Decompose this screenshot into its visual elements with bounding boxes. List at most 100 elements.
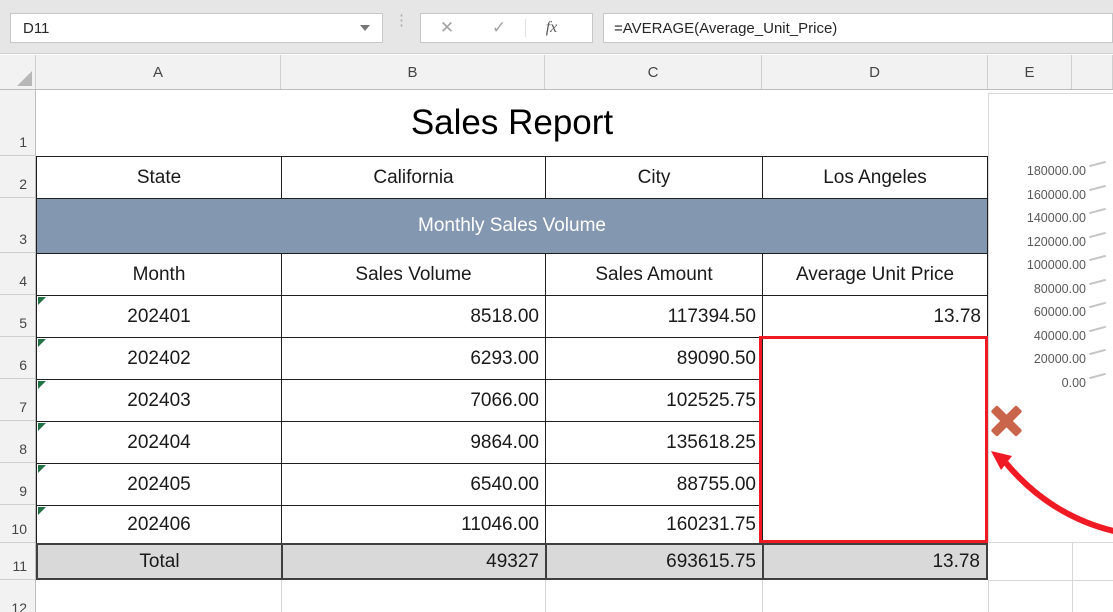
column-header-D[interactable]: D bbox=[762, 55, 988, 89]
column-header-E[interactable]: E bbox=[988, 55, 1072, 89]
header-cell-3[interactable]: Average Unit Price bbox=[762, 253, 988, 295]
formula-toolbar: D11 ⋮ ✕ ✓ fx =AVERAGE(Average_Unit_Price… bbox=[0, 0, 1113, 54]
data-cell-3[interactable]: 13.78 bbox=[762, 295, 988, 337]
column-header-partial[interactable] bbox=[1072, 55, 1113, 89]
error-indicator-icon bbox=[38, 423, 46, 431]
name-box[interactable]: D11 bbox=[10, 13, 383, 43]
data-cell-1[interactable]: 11046.00 bbox=[281, 505, 545, 543]
row-header-4[interactable]: 4 bbox=[0, 253, 35, 295]
spreadsheet-app: D11 ⋮ ✕ ✓ fx =AVERAGE(Average_Unit_Price… bbox=[0, 0, 1113, 612]
row-header-10[interactable]: 10 bbox=[0, 505, 35, 543]
y-axis-label: 20000.00 bbox=[996, 347, 1086, 371]
y-axis-label: 180000.00 bbox=[996, 159, 1086, 183]
select-all-button[interactable] bbox=[0, 55, 36, 89]
row-header-3[interactable]: 3 bbox=[0, 198, 35, 253]
info-cell-0[interactable]: State bbox=[36, 156, 281, 198]
insert-function-icon[interactable]: fx bbox=[525, 19, 577, 37]
error-indicator-icon bbox=[38, 297, 46, 305]
data-cell-1[interactable]: 9864.00 bbox=[281, 421, 545, 463]
gridline-tick bbox=[1089, 349, 1106, 355]
gridline bbox=[281, 580, 282, 612]
data-cell-2[interactable]: 160231.75 bbox=[545, 505, 762, 543]
data-cell-0[interactable]: 202405 bbox=[36, 463, 281, 505]
gridline bbox=[762, 580, 763, 612]
error-indicator-icon bbox=[38, 339, 46, 347]
data-cell-0[interactable]: 202404 bbox=[36, 421, 281, 463]
data-row-202401: 2024018518.00117394.5013.78 bbox=[36, 295, 988, 337]
total-cell-0[interactable]: Total bbox=[36, 543, 281, 580]
gridline-tick bbox=[1089, 161, 1106, 167]
row-header-6[interactable]: 6 bbox=[0, 337, 35, 379]
header-cell-1[interactable]: Sales Volume bbox=[281, 253, 545, 295]
gridline-tick bbox=[1089, 184, 1106, 190]
error-indicator-icon bbox=[38, 381, 46, 389]
cancel-icon[interactable]: ✕ bbox=[421, 18, 473, 38]
data-cell-2[interactable]: 102525.75 bbox=[545, 379, 762, 421]
gridline bbox=[988, 580, 989, 612]
y-axis-label: 80000.00 bbox=[996, 277, 1086, 301]
y-axis-label: 140000.00 bbox=[996, 206, 1086, 230]
data-cell-0[interactable]: 202406 bbox=[36, 505, 281, 543]
y-axis-label: 40000.00 bbox=[996, 324, 1086, 348]
data-cell-1[interactable]: 8518.00 bbox=[281, 295, 545, 337]
row-header-7[interactable]: 7 bbox=[0, 379, 35, 421]
gridline-tick bbox=[1089, 302, 1106, 308]
data-cell-0[interactable]: 202403 bbox=[36, 379, 281, 421]
data-cell-0[interactable]: 202401 bbox=[36, 295, 281, 337]
formula-text: =AVERAGE(Average_Unit_Price) bbox=[604, 20, 837, 37]
formula-buttons: ✕ ✓ fx bbox=[420, 13, 593, 43]
gridline-tick bbox=[1089, 325, 1106, 331]
y-axis-label: 120000.00 bbox=[996, 230, 1086, 254]
header-row: MonthSales VolumeSales AmountAverage Uni… bbox=[36, 253, 988, 295]
column-headers: ABCDE bbox=[0, 55, 1113, 90]
info-cell-3[interactable]: Los Angeles bbox=[762, 156, 988, 198]
data-cell-2[interactable]: 117394.50 bbox=[545, 295, 762, 337]
banner-cell-0[interactable]: Monthly Sales Volume bbox=[36, 198, 988, 253]
header-cell-0[interactable]: Month bbox=[36, 253, 281, 295]
data-cell-0[interactable]: 202402 bbox=[36, 337, 281, 379]
sheet-title-cell[interactable]: Sales Report bbox=[36, 90, 988, 156]
info-cell-2[interactable]: City bbox=[545, 156, 762, 198]
row-header-5[interactable]: 5 bbox=[0, 295, 35, 337]
column-header-B[interactable]: B bbox=[281, 55, 545, 89]
row-header-9[interactable]: 9 bbox=[0, 463, 35, 505]
y-axis-label: 100000.00 bbox=[996, 253, 1086, 277]
row-headers: 123456789101112 bbox=[0, 90, 36, 612]
gridline-tick bbox=[1089, 372, 1106, 378]
gridline-tick bbox=[1089, 255, 1106, 261]
row-header-2[interactable]: 2 bbox=[0, 156, 35, 198]
header-cell-2[interactable]: Sales Amount bbox=[545, 253, 762, 295]
total-cell-1[interactable]: 49327 bbox=[281, 543, 545, 580]
data-cell-2[interactable]: 135618.25 bbox=[545, 421, 762, 463]
select-all-icon bbox=[17, 71, 32, 86]
column-header-A[interactable]: A bbox=[36, 55, 281, 89]
embedded-chart[interactable]: 180000.00160000.00140000.00120000.001000… bbox=[988, 93, 1113, 543]
chevron-down-icon[interactable] bbox=[360, 25, 370, 31]
column-header-C[interactable]: C bbox=[545, 55, 762, 89]
info-cell-1[interactable]: California bbox=[281, 156, 545, 198]
total-cell-3[interactable]: 13.78 bbox=[762, 543, 988, 580]
gridline bbox=[1072, 543, 1073, 612]
error-indicator-icon bbox=[38, 465, 46, 473]
row-header-11[interactable]: 11 bbox=[0, 543, 35, 580]
gridline bbox=[545, 580, 546, 612]
data-cell-2[interactable]: 89090.50 bbox=[545, 337, 762, 379]
missing-values-highlight-box bbox=[759, 336, 988, 543]
formula-input[interactable]: =AVERAGE(Average_Unit_Price) bbox=[603, 13, 1113, 43]
data-cell-1[interactable]: 6540.00 bbox=[281, 463, 545, 505]
data-cell-1[interactable]: 7066.00 bbox=[281, 379, 545, 421]
cell-reference: D11 bbox=[11, 20, 360, 37]
y-axis-label: 0.00 bbox=[996, 371, 1086, 395]
info-row: StateCaliforniaCityLos Angeles bbox=[36, 156, 988, 198]
data-cell-1[interactable]: 6293.00 bbox=[281, 337, 545, 379]
total-cell-2[interactable]: 693615.75 bbox=[545, 543, 762, 580]
row-header-12[interactable]: 12 bbox=[0, 580, 35, 612]
row-header-1[interactable]: 1 bbox=[0, 90, 35, 156]
gridline-tick bbox=[1089, 231, 1106, 237]
banner-row: Monthly Sales Volume bbox=[36, 198, 988, 253]
data-cell-2[interactable]: 88755.00 bbox=[545, 463, 762, 505]
gridline bbox=[988, 580, 1113, 581]
enter-icon[interactable]: ✓ bbox=[473, 18, 525, 38]
row-header-8[interactable]: 8 bbox=[0, 421, 35, 463]
error-indicator-icon bbox=[38, 507, 46, 515]
